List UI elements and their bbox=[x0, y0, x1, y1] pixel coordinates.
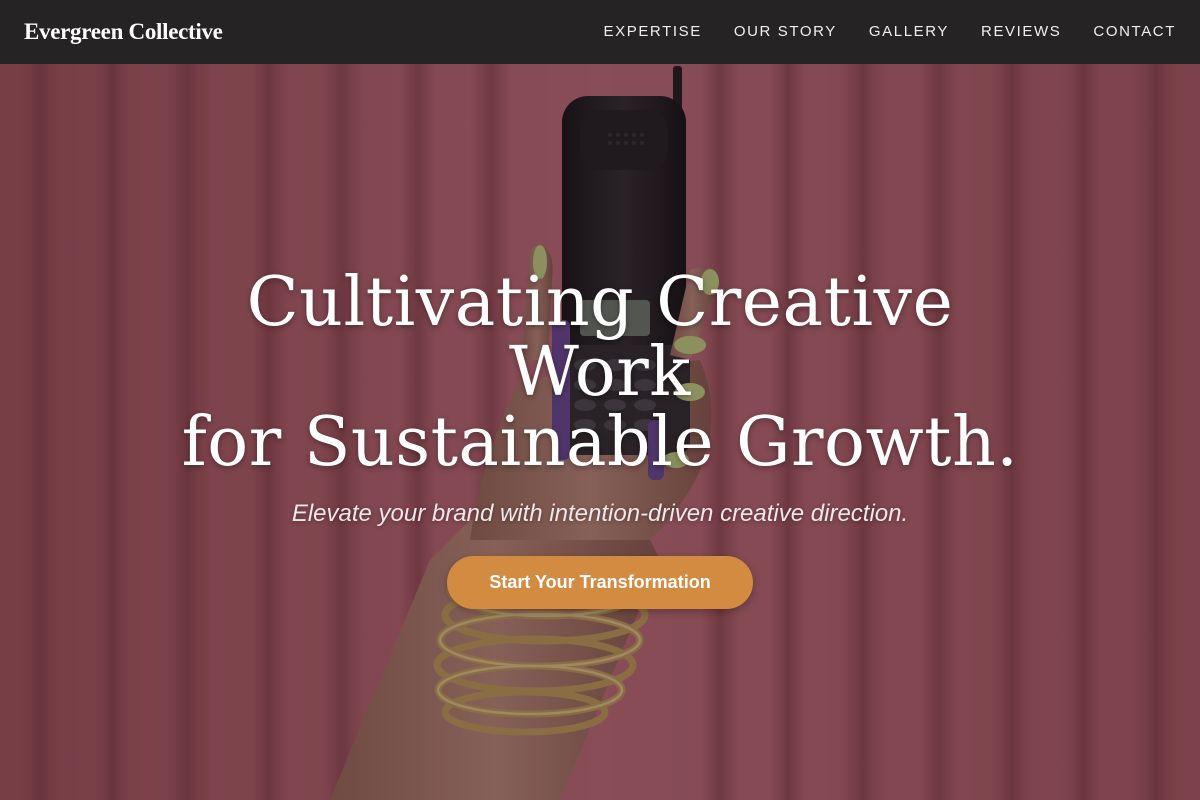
landing-page: Evergreen Collective EXPERTISE OUR STORY… bbox=[0, 0, 1200, 800]
nav-link-our-story[interactable]: OUR STORY bbox=[734, 23, 837, 40]
nav-item-reviews: REVIEWS bbox=[981, 23, 1061, 41]
hero-subtitle: Elevate your brand with intention-driven… bbox=[291, 500, 909, 527]
hero-title-line-2: for Sustainable Growth. bbox=[181, 403, 1019, 482]
hero-title: Cultivating Creative Work for Sustainabl… bbox=[150, 268, 1050, 478]
nav-menu: EXPERTISE OUR STORY GALLERY REVIEWS CONT… bbox=[604, 23, 1176, 41]
top-navbar: Evergreen Collective EXPERTISE OUR STORY… bbox=[0, 0, 1200, 64]
start-transformation-button[interactable]: Start Your Transformation bbox=[447, 556, 753, 609]
nav-link-contact[interactable]: CONTACT bbox=[1093, 23, 1176, 40]
hero-title-line-1: Cultivating Creative Work bbox=[246, 263, 954, 412]
nav-item-our-story: OUR STORY bbox=[734, 23, 837, 41]
brand-logo[interactable]: Evergreen Collective bbox=[24, 19, 223, 45]
nav-item-gallery: GALLERY bbox=[869, 23, 949, 41]
nav-link-gallery[interactable]: GALLERY bbox=[869, 23, 949, 40]
nav-link-reviews[interactable]: REVIEWS bbox=[981, 23, 1061, 40]
nav-item-expertise: EXPERTISE bbox=[604, 23, 702, 41]
hero-section: Cultivating Creative Work for Sustainabl… bbox=[0, 268, 1200, 609]
nav-item-contact: CONTACT bbox=[1093, 23, 1176, 41]
nav-link-expertise[interactable]: EXPERTISE bbox=[604, 23, 702, 40]
